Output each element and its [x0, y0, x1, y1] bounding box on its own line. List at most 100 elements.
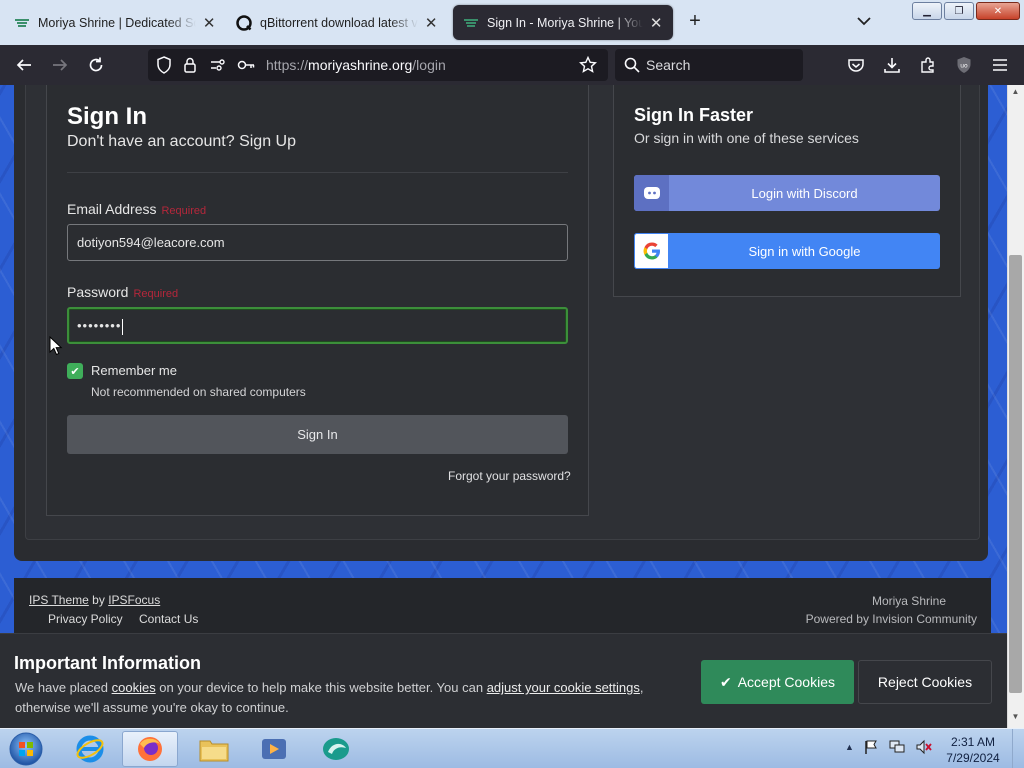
cookie-notice-text: We have placed cookies on your device to…	[15, 678, 665, 717]
ips-theme-link[interactable]: IPS Theme	[29, 593, 89, 607]
tab-label: Sign In - Moriya Shrine | Your resource	[487, 15, 644, 30]
accept-cookies-button[interactable]: ✔ Accept Cookies	[701, 660, 854, 704]
tab-sign-in[interactable]: Sign In - Moriya Shrine | Your resource …	[453, 5, 673, 40]
url-bar[interactable]: https://moriyashrine.org/login	[148, 49, 608, 81]
tracking-protection-shield-icon[interactable]	[154, 55, 174, 75]
file-explorer-taskbar-icon[interactable]	[186, 731, 242, 767]
downloads-icon[interactable]	[882, 55, 902, 75]
volume-muted-icon[interactable]	[915, 739, 933, 755]
url-text[interactable]: https://moriyashrine.org/login	[266, 57, 446, 73]
pocket-icon[interactable]	[846, 55, 866, 75]
reload-icon[interactable]	[86, 55, 106, 75]
password-label-text: Password	[67, 284, 129, 300]
footer-site-name: Moriya Shrine	[871, 594, 946, 608]
email-field[interactable]: dotiyon594@leacore.com	[67, 224, 568, 261]
permissions-icon[interactable]	[208, 55, 228, 75]
password-field[interactable]: ••••••••	[67, 307, 568, 344]
start-button[interactable]	[6, 730, 46, 768]
email-label: Email Address Required	[67, 201, 206, 217]
media-player-taskbar-icon[interactable]	[246, 731, 302, 767]
powered-by-link[interactable]: Powered by Invision Community	[806, 612, 977, 626]
search-placeholder: Search	[646, 57, 691, 73]
bookmark-star-icon[interactable]	[578, 55, 598, 75]
ublock-shield-icon[interactable]: uo	[954, 55, 974, 75]
maximize-button[interactable]: ❐	[944, 2, 974, 20]
minimize-button[interactable]: ▁	[912, 2, 942, 20]
remember-me-checkbox[interactable]: ✔	[67, 363, 83, 379]
taskbar-clock[interactable]: 2:31 AM 7/29/2024	[940, 734, 1006, 766]
network-icon[interactable]	[888, 739, 906, 755]
forward-arrow-icon[interactable]	[50, 55, 70, 75]
padlock-icon[interactable]	[180, 55, 200, 75]
firefox-taskbar-icon[interactable]	[122, 731, 178, 767]
action-center-flag-icon[interactable]	[863, 739, 879, 755]
tab-label: Moriya Shrine | Dedicated Sound	[38, 15, 196, 30]
search-bar[interactable]: Search	[615, 49, 803, 81]
remember-me-label[interactable]: Remember me	[91, 363, 177, 378]
new-tab-plus-icon[interactable]: +	[684, 10, 706, 33]
sign-in-with-google-button[interactable]: Sign in with Google	[634, 233, 940, 269]
svg-text:uo: uo	[960, 63, 968, 70]
privacy-policy-link[interactable]: Privacy Policy	[48, 612, 123, 626]
shrine-favicon-icon	[14, 15, 30, 31]
qbittorrent-favicon-icon	[236, 14, 252, 31]
hamburger-menu-icon[interactable]	[990, 55, 1010, 75]
required-badge: Required	[133, 288, 179, 300]
contact-us-link[interactable]: Contact Us	[139, 612, 198, 626]
scroll-up-arrow-icon[interactable]: ▲	[1009, 87, 1022, 101]
cookies-link[interactable]: cookies	[112, 680, 156, 695]
sign-in-button[interactable]: Sign In	[67, 415, 568, 454]
scroll-down-arrow-icon[interactable]: ▼	[1009, 712, 1022, 726]
password-label: Password Required	[67, 284, 178, 300]
scrollbar-thumb[interactable]	[1009, 255, 1022, 693]
close-window-button[interactable]: ✕	[976, 2, 1020, 20]
reject-cookies-button[interactable]: Reject Cookies	[858, 660, 992, 704]
list-all-tabs-chevron-icon[interactable]	[855, 12, 873, 30]
tab-close-icon[interactable]: ✕	[202, 14, 216, 32]
by-text: by	[92, 593, 105, 607]
accept-cookies-label: Accept Cookies	[737, 674, 835, 690]
page-viewport: Sign In Don't have an account? Sign Up E…	[0, 85, 1007, 728]
url-path: /login	[412, 57, 446, 73]
tab-close-icon[interactable]: ✕	[649, 14, 663, 32]
tab-moriya-shrine[interactable]: Moriya Shrine | Dedicated Sound ✕	[4, 4, 226, 41]
cookie-text-part: We have placed	[15, 680, 112, 695]
browser-tab-bar: Moriya Shrine | Dedicated Sound ✕ qBitto…	[0, 0, 1024, 45]
remember-me-note: Not recommended on shared computers	[91, 385, 306, 399]
system-tray: ▲	[845, 739, 933, 755]
back-arrow-icon[interactable]	[14, 55, 34, 75]
clock-date: 7/29/2024	[946, 751, 1000, 765]
cookie-notice-title: Important Information	[14, 653, 201, 673]
internet-explorer-taskbar-icon[interactable]	[62, 731, 118, 767]
search-icon	[622, 55, 642, 75]
qbittorrent-taskbar-icon[interactable]	[308, 731, 364, 767]
cookie-settings-link[interactable]: adjust your cookie settings	[487, 680, 640, 695]
tab-label: qBittorrent download latest version	[260, 15, 418, 30]
required-badge: Required	[161, 205, 207, 217]
theme-credit: IPS Theme by IPSFocus	[29, 593, 160, 607]
sign-in-faster-title: Sign In Faster	[634, 105, 754, 125]
cookie-text-part: on your device to help make this website…	[155, 680, 487, 695]
discord-label: Login with Discord	[751, 185, 858, 201]
url-domain: moriyashrine.org	[308, 57, 413, 73]
tab-close-icon[interactable]: ✕	[424, 14, 438, 32]
login-with-discord-button[interactable]: Login with Discord	[634, 175, 940, 211]
divider	[67, 172, 568, 173]
forgot-password-link[interactable]: Forgot your password?	[448, 469, 571, 483]
text-caret	[122, 318, 124, 335]
clock-time: 2:31 AM	[950, 735, 996, 749]
sign-up-prompt[interactable]: Don't have an account? Sign Up	[67, 133, 296, 151]
saved-login-key-icon[interactable]	[236, 55, 256, 75]
extensions-puzzle-icon[interactable]	[918, 55, 938, 75]
browser-nav-bar: https://moriyashrine.org/login Search uo	[0, 45, 1024, 85]
window-controls: ▁ ❐ ✕	[912, 2, 1020, 20]
tab-qbittorrent[interactable]: qBittorrent download latest version ✕	[226, 4, 448, 41]
show-hidden-icons-chevron-icon[interactable]: ▲	[845, 742, 854, 752]
sign-in-title: Sign In	[67, 103, 147, 130]
mouse-cursor-icon	[49, 335, 63, 361]
cookie-notice-bar: Important Information We have placed coo…	[0, 633, 1007, 728]
discord-icon	[634, 175, 669, 211]
check-icon: ✔	[719, 673, 732, 690]
show-desktop-button[interactable]	[1012, 729, 1024, 768]
ipsfocus-link[interactable]: IPSFocus	[108, 593, 160, 607]
